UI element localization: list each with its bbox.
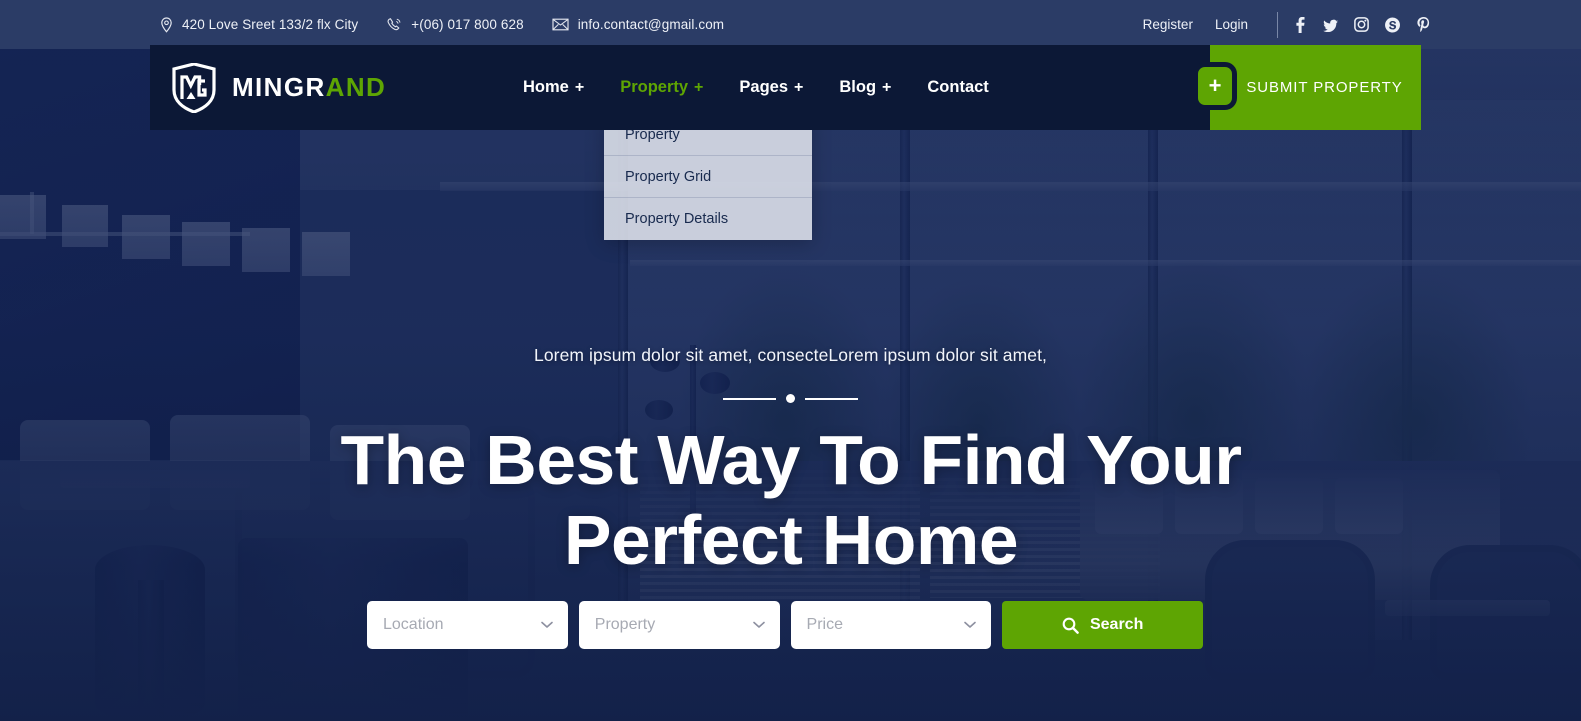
search-button[interactable]: Search [1002, 601, 1204, 649]
facebook-icon[interactable] [1292, 16, 1307, 33]
location-select[interactable]: Location [367, 601, 568, 649]
search-button-label: Search [1089, 616, 1144, 633]
brand-wordmark: MINGRAND [232, 72, 386, 103]
contact-email: info.contact@gmail.com [552, 17, 724, 32]
envelope-icon [552, 18, 569, 31]
plus-icon: + [1208, 73, 1222, 98]
nav-item-blog-label: Blog [839, 78, 877, 96]
nav-item-home-label: Home [523, 78, 569, 96]
divider-dot [786, 394, 795, 403]
contact-address: 420 Love Sreet 133/2 flx City [160, 16, 359, 33]
nav-item-pages-label: Pages [739, 78, 789, 96]
chevron-down-icon [752, 621, 765, 629]
property-select[interactable]: Property [578, 601, 780, 649]
contact-phone-text: +(06) 017 800 628 [411, 17, 524, 32]
property-search-panel: Location Property Price Search [367, 601, 1204, 649]
primary-navigation: Home + Property + Pages + Blog + Contact [505, 78, 1007, 97]
skype-icon[interactable] [1385, 17, 1400, 33]
phone-icon [386, 17, 402, 33]
property-dropdown-menu: Property Property Grid Property Details [604, 114, 812, 240]
login-link[interactable]: Login [1204, 17, 1259, 32]
page-root: 420 Love Sreet 133/2 flx City +(06) 017 … [0, 0, 1581, 721]
top-utility-bar: 420 Love Sreet 133/2 flx City +(06) 017 … [0, 0, 1581, 49]
nav-item-contact[interactable]: Contact [909, 78, 1006, 97]
nav-item-blog[interactable]: Blog + [821, 78, 909, 97]
contact-phone: +(06) 017 800 628 [386, 17, 524, 33]
nav-item-pages[interactable]: Pages + [721, 78, 821, 97]
brand-text-primary: MINGR [232, 72, 326, 102]
property-select-placeholder: Property [594, 616, 656, 633]
nav-item-property[interactable]: Property + [602, 78, 721, 97]
nav-item-home[interactable]: Home + [505, 78, 602, 97]
twitter-icon[interactable] [1323, 17, 1338, 33]
nav-plus-icon: + [794, 79, 804, 96]
nav-plus-icon: + [694, 79, 704, 96]
dropdown-item-property-grid[interactable]: Property Grid [604, 156, 812, 198]
nav-item-property-label: Property [620, 78, 689, 96]
location-select-placeholder: Location [383, 616, 444, 633]
hero-divider [723, 394, 858, 403]
price-select-placeholder: Price [806, 616, 843, 633]
divider-dash-left [723, 397, 776, 400]
contact-address-text: 420 Love Sreet 133/2 flx City [182, 17, 359, 32]
nav-plus-icon: + [882, 79, 892, 96]
nav-plus-icon: + [574, 79, 585, 96]
brand-text-accent: AND [325, 72, 387, 102]
main-header: MINGRAND Home + Property + Pages + Blog … [150, 45, 1421, 130]
submit-property-button[interactable]: SUBMIT PROPERTY [1210, 45, 1421, 130]
submit-property-label: SUBMIT PROPERTY [1246, 79, 1403, 96]
topbar-right-group: Register Login [1132, 11, 1431, 38]
search-icon [1062, 617, 1079, 634]
brand-logo[interactable]: MINGRAND [150, 62, 505, 113]
chevron-down-icon [964, 621, 977, 629]
contact-info-list: 420 Love Sreet 133/2 flx City +(06) 017 … [160, 16, 724, 33]
map-pin-icon [160, 16, 173, 33]
dropdown-item-property-details[interactable]: Property Details [604, 198, 812, 240]
contact-email-text: info.contact@gmail.com [577, 17, 725, 32]
pinterest-icon[interactable] [1416, 16, 1431, 33]
register-link[interactable]: Register [1132, 17, 1204, 32]
shield-mg-monogram-icon [172, 62, 216, 113]
instagram-icon[interactable] [1354, 17, 1369, 33]
divider-dash-right [805, 397, 858, 400]
price-select[interactable]: Price [790, 601, 992, 649]
hero-title: The Best Way To Find Your Perfect Home [340, 421, 1241, 579]
topbar-divider [1277, 11, 1278, 38]
hero-subtitle: Lorem ipsum dolor sit amet, consecteLore… [533, 345, 1048, 365]
add-property-plus-button[interactable]: + [1193, 62, 1237, 110]
chevron-down-icon [540, 621, 553, 629]
nav-item-contact-label: Contact [927, 78, 989, 96]
social-links-list [1292, 16, 1431, 33]
